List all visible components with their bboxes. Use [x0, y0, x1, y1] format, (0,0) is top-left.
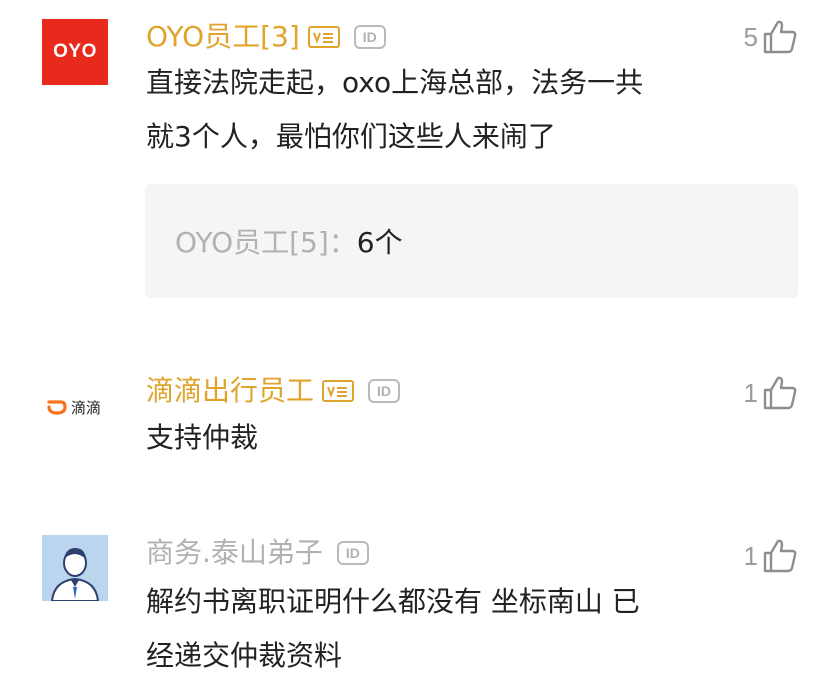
avatar[interactable]: OYO [42, 19, 108, 85]
oyo-logo-text: OYO [53, 41, 97, 62]
username[interactable]: OYO员工[3] [146, 17, 300, 57]
default-user-avatar-icon [42, 535, 108, 602]
verified-employee-icon [307, 26, 340, 48]
comment-header: OYO员工[3] ID [146, 17, 386, 57]
reply-username[interactable]: OYO员工[5]： [175, 221, 357, 261]
id-badge-icon: ID [368, 379, 401, 403]
comment-header: 商务.泰山弟子 ID [146, 533, 369, 573]
comment-text-line: 解约书离职证明什么都没有 坐标南山 已 [146, 585, 640, 618]
comment-text-line: 就3个人，最怕你们这些人来闹了 [146, 120, 556, 153]
like-count: 5 [743, 21, 758, 52]
comment-text-line: 经递交仲裁资料 [146, 639, 343, 672]
reply-box[interactable]: OYO员工[5]： 6个 [145, 184, 798, 298]
avatar[interactable] [42, 535, 108, 602]
avatar[interactable]: 滴滴 [42, 374, 108, 440]
thumbs-up-icon [763, 376, 797, 410]
like-count: 1 [743, 540, 758, 571]
username[interactable]: 商务.泰山弟子 [146, 533, 323, 573]
like-button[interactable]: 5 [744, 17, 798, 57]
reply-text: 6个 [356, 226, 403, 259]
comment-text: 直接法院走起，oxo上海总部，法务一共 就3个人，最怕你们这些人来闹了 [146, 56, 746, 164]
verified-employee-icon [322, 380, 355, 402]
didi-logo-icon [47, 400, 67, 415]
thumbs-up-icon [763, 539, 797, 573]
comment-text: 支持仲裁 [146, 411, 746, 465]
id-badge-icon: ID [353, 25, 386, 49]
comment-text-line: 直接法院走起，oxo上海总部，法务一共 [146, 66, 644, 99]
thumbs-up-icon [763, 20, 797, 54]
comment-text-line: 支持仲裁 [146, 421, 259, 454]
id-badge-icon: ID [336, 541, 369, 565]
like-button[interactable]: 1 [744, 536, 798, 576]
username[interactable]: 滴滴出行员工 [146, 371, 314, 411]
like-button[interactable]: 1 [744, 373, 798, 413]
comment-header: 滴滴出行员工 ID [146, 371, 401, 411]
didi-logo-text: 滴滴 [71, 398, 102, 417]
like-count: 1 [743, 377, 758, 408]
comment-text: 解约书离职证明什么都没有 坐标南山 已 经递交仲裁资料 [146, 575, 746, 683]
